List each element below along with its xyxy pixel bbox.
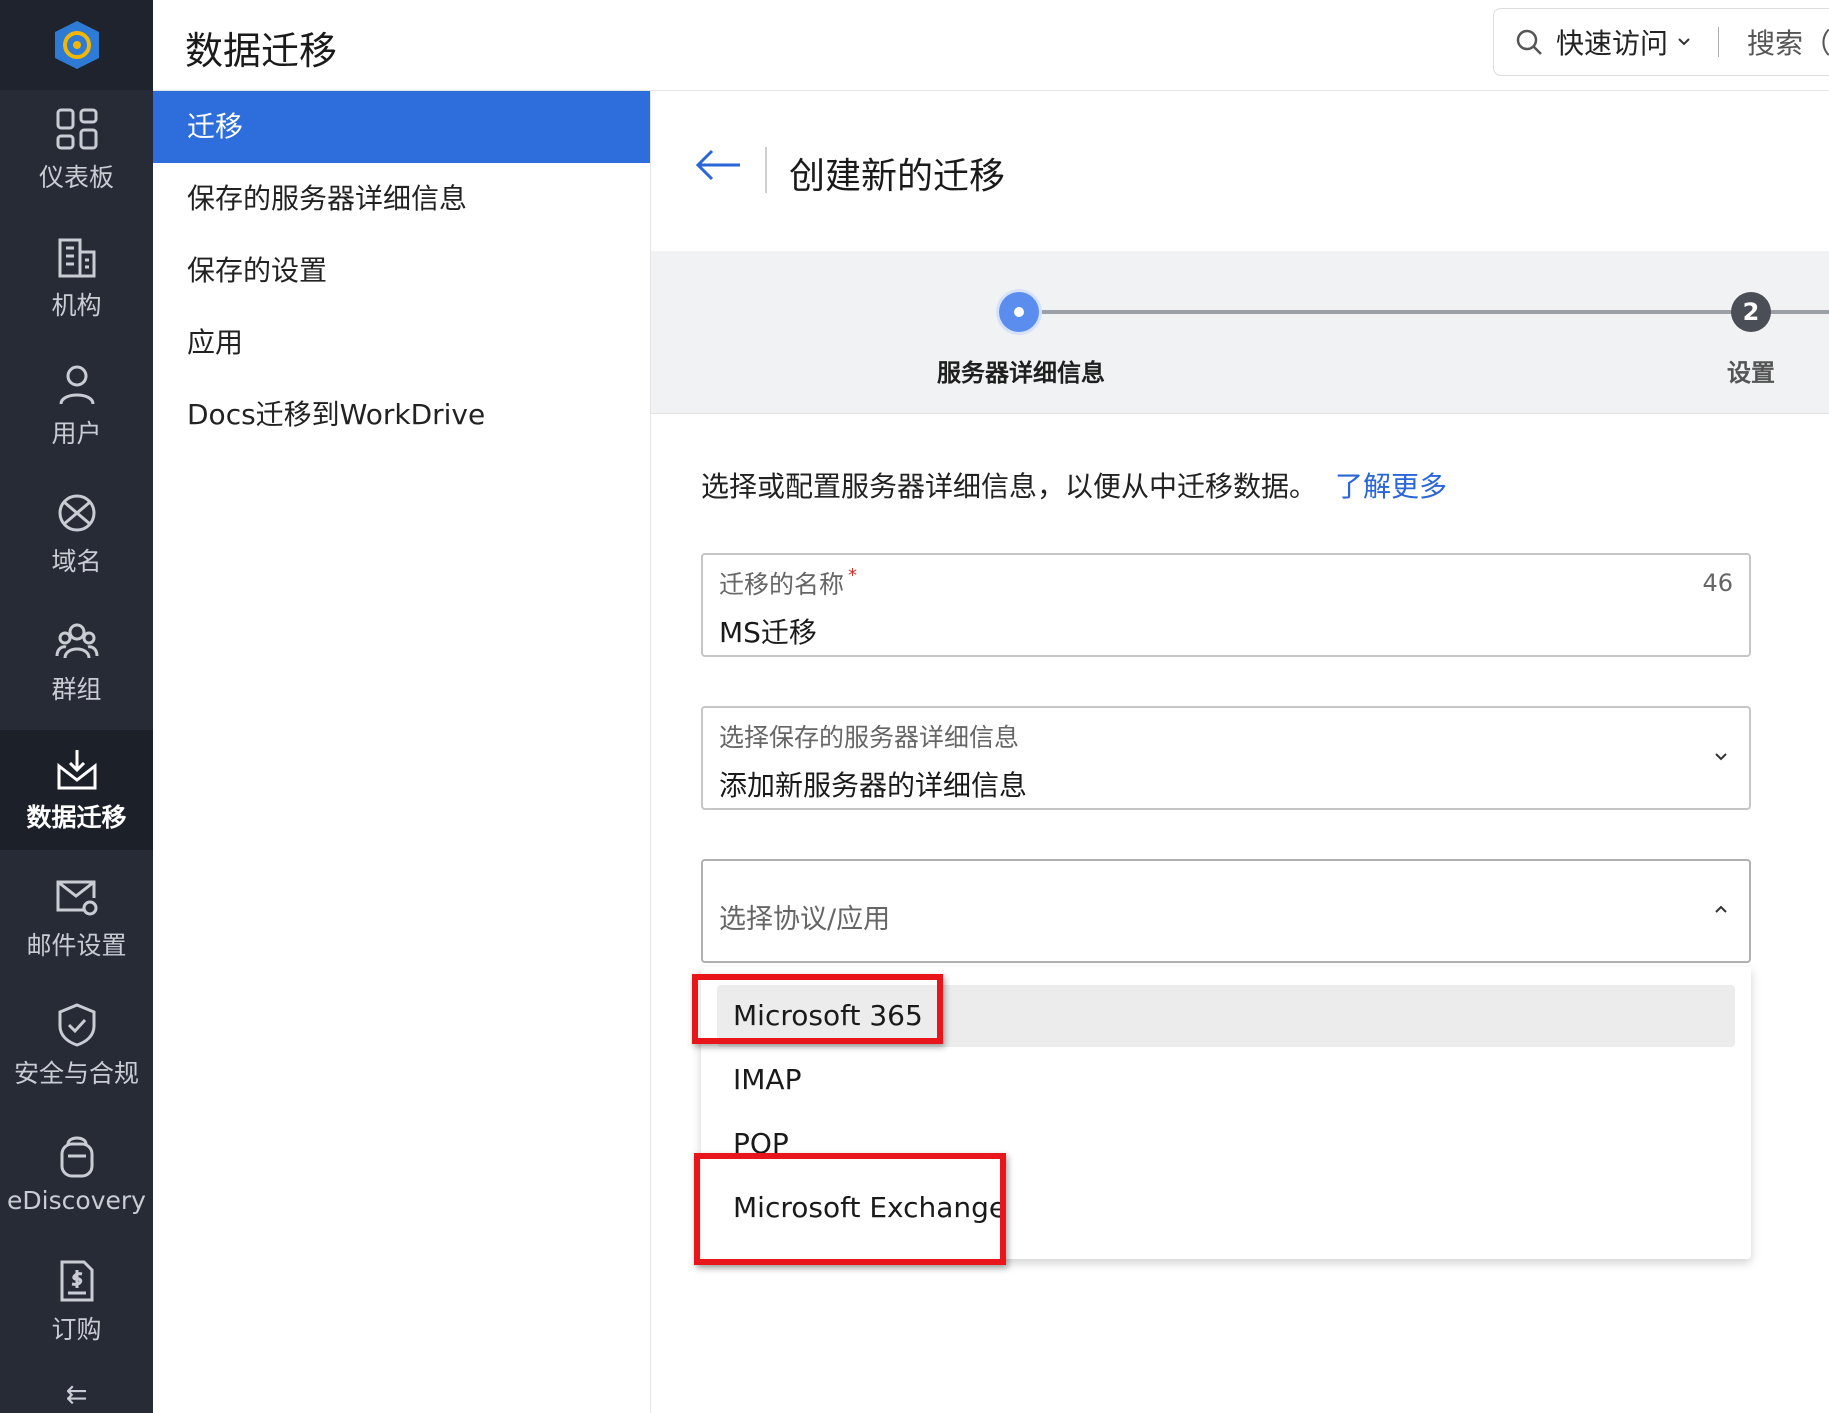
rail-item-label: 仪表板	[38, 163, 114, 192]
secondary-nav: 迁移 保存的服务器详细信息 保存的设置 应用 Docs迁移到WorkDrive	[153, 91, 651, 1413]
left-rail: 仪表板 机构 用户 域名 群组 数据迁移 邮件设置 安全与合规 eDiscove…	[0, 0, 153, 1413]
rail-item-data-migration[interactable]: 数据迁移	[0, 730, 153, 850]
rail-item-label: 安全与合规	[13, 1059, 139, 1088]
migration-name-label-text: 迁移的名称	[719, 570, 845, 599]
option-imap[interactable]: IMAP	[717, 1049, 1735, 1111]
character-counter: 46	[1702, 569, 1733, 597]
rail-item-label: eDiscovery	[7, 1185, 146, 1215]
title-divider	[765, 147, 767, 193]
rail-item-groups[interactable]: 群组	[0, 602, 153, 722]
globe-icon	[58, 494, 95, 532]
building-icon	[58, 238, 95, 278]
subscription-icon	[60, 1260, 93, 1302]
back-arrow-icon[interactable]	[694, 147, 742, 183]
page-title: 数据迁移	[185, 29, 338, 73]
saved-server-label: 选择保存的服务器详细信息	[719, 723, 1020, 752]
chevron-down-icon	[1678, 38, 1690, 46]
subnav-item-docs-to-workdrive[interactable]: Docs迁移到WorkDrive	[153, 379, 650, 451]
dashboard-icon	[56, 108, 97, 150]
rail-item-label: 订购	[51, 1315, 102, 1344]
quick-access-button[interactable]: 快速访问	[1556, 22, 1668, 62]
migration-name-field[interactable]: 迁移的名称 * 46 MS迁移	[701, 553, 1751, 657]
migration-name-input[interactable]: MS迁移	[719, 611, 817, 651]
search-input[interactable]: 搜索（	[1747, 22, 1829, 62]
mail-settings-icon	[56, 880, 97, 916]
rail-item-domains[interactable]: 域名	[0, 474, 153, 594]
step-2-number: 2	[1731, 292, 1771, 332]
rail-item-dashboard[interactable]: 仪表板	[0, 90, 153, 210]
subnav-item-migration[interactable]: 迁移	[153, 91, 650, 163]
protocol-placeholder: 选择协议/应用	[719, 904, 891, 935]
admin-logo-icon	[54, 21, 99, 69]
highlight-box-microsoft-365	[692, 974, 943, 1044]
chevron-down-icon	[1715, 753, 1727, 761]
migration-stepper: 2 服务器详细信息 设置	[651, 251, 1829, 414]
collapse-rail-icon[interactable]: ⇇	[0, 1380, 153, 1413]
step-2-label: 设置	[1727, 359, 1775, 387]
quick-access-search-bar[interactable]: 快速访问 搜索（	[1493, 8, 1829, 76]
form-title: 创建新的迁移	[789, 156, 1006, 197]
learn-more-link[interactable]: 了解更多	[1335, 470, 1447, 503]
chevron-up-icon	[1715, 905, 1727, 913]
highlight-box-microsoft-exchange	[694, 1153, 1006, 1265]
rail-item-label: 机构	[51, 291, 102, 320]
required-mark: *	[848, 565, 858, 586]
shield-icon	[58, 1003, 95, 1047]
rail-item-subscription[interactable]: 订购	[0, 1242, 153, 1362]
divider	[1718, 27, 1720, 57]
step-connector	[1019, 310, 1403, 314]
rail-item-label: 群组	[51, 675, 102, 704]
step-1-current-dot	[999, 292, 1039, 332]
group-icon	[55, 623, 98, 659]
protocol-select[interactable]: 选择协议/应用	[701, 859, 1751, 963]
migration-name-label: 迁移的名称 *	[719, 565, 857, 601]
data-migration-icon	[57, 750, 96, 790]
rail-item-security[interactable]: 安全与合规	[0, 986, 153, 1106]
saved-server-value: 添加新服务器的详细信息	[719, 769, 1028, 802]
rail-item-label: 邮件设置	[26, 931, 127, 960]
rail-item-ediscovery[interactable]: eDiscovery	[0, 1114, 153, 1234]
main-content: 创建新的迁移 2 服务器详细信息 设置 选择或配置服务器详细信息，以便从中迁移数…	[651, 91, 1829, 1413]
subnav-item-apps[interactable]: 应用	[153, 307, 650, 379]
subnav-item-saved-settings[interactable]: 保存的设置	[153, 235, 650, 307]
user-icon	[59, 365, 94, 405]
ediscovery-icon	[60, 1136, 93, 1177]
rail-item-mail-settings[interactable]: 邮件设置	[0, 858, 153, 978]
rail-item-label: 用户	[51, 419, 102, 448]
intro-text: 选择或配置服务器详细信息，以便从中迁移数据。 了解更多	[701, 465, 1447, 505]
search-icon	[1516, 29, 1542, 55]
rail-item-label: 数据迁移	[26, 803, 127, 832]
step-1-label: 服务器详细信息	[937, 359, 1105, 387]
rail-item-users[interactable]: 用户	[0, 346, 153, 466]
top-header: 数据迁移 快速访问 搜索（	[153, 0, 1829, 91]
subnav-item-saved-server-details[interactable]: 保存的服务器详细信息	[153, 163, 650, 235]
rail-item-organization[interactable]: 机构	[0, 218, 153, 338]
intro-description: 选择或配置服务器详细信息，以便从中迁移数据。	[701, 470, 1318, 503]
admin-console-logo[interactable]	[0, 0, 153, 90]
rail-item-label: 域名	[51, 547, 102, 576]
saved-server-select[interactable]: 选择保存的服务器详细信息 添加新服务器的详细信息	[701, 706, 1751, 810]
